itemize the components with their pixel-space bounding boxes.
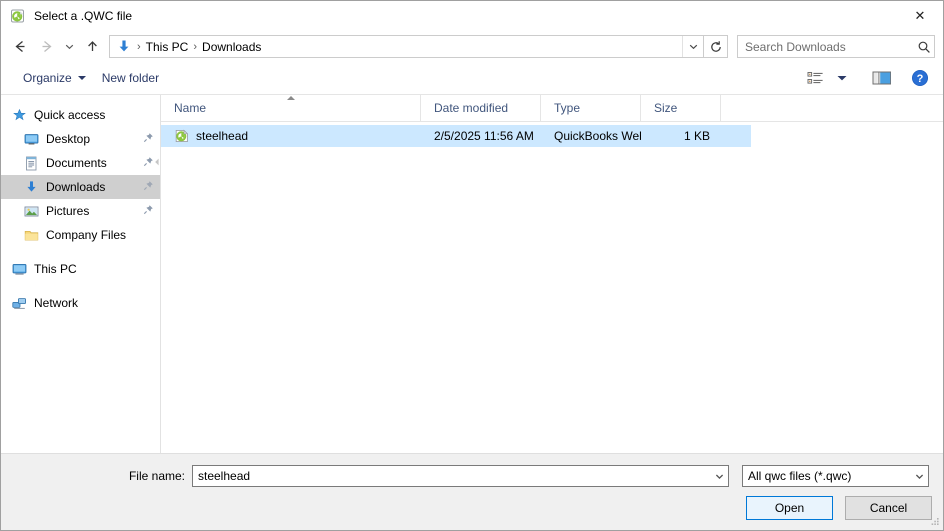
chevron-down-icon (77, 76, 86, 80)
column-header-type[interactable]: Type (541, 95, 641, 121)
up-arrow-icon[interactable] (79, 35, 105, 59)
sidebar-item-documents[interactable]: Documents (1, 151, 160, 175)
sidebar-gap-1 (1, 247, 160, 257)
dialog-body: Quick access Desktop Documents Downloads… (1, 95, 943, 453)
file-type-value: All qwc files (*.qwc) (748, 469, 852, 483)
dialog-footer: File name: All qwc files (*.qwc) (1, 453, 943, 530)
file-list: Name Date modified Type Size steelhead 2… (161, 95, 943, 453)
search-box[interactable] (737, 35, 935, 58)
column-header-name[interactable]: Name (161, 95, 421, 121)
sidebar-item-downloads[interactable]: Downloads (1, 175, 160, 199)
breadcrumb-item-downloads[interactable]: Downloads (199, 40, 264, 54)
breadcrumb-item-this-pc[interactable]: This PC (143, 40, 192, 54)
file-name-text: steelhead (196, 129, 249, 143)
folder-icon (23, 227, 39, 243)
back-arrow-icon[interactable] (7, 35, 33, 59)
table-row-surface: steelhead 2/5/2025 11:56 AM QuickBooks W… (161, 125, 751, 147)
documents-icon (23, 155, 39, 171)
help-icon[interactable]: ? (907, 66, 933, 90)
cancel-button[interactable]: Cancel (845, 496, 932, 520)
cell-size: 1 KB (683, 129, 710, 143)
new-folder-label: New folder (101, 71, 160, 85)
command-toolbar: Organize New folder ? (1, 62, 943, 95)
file-name-chevron-down-icon[interactable] (711, 466, 728, 486)
breadcrumb[interactable]: › This PC › Downloads (109, 35, 704, 58)
pin-icon[interactable] (143, 180, 154, 194)
sidebar-item-label: Desktop (46, 132, 91, 146)
sidebar-item-label: Company Files (46, 228, 127, 242)
column-header-label: Type (554, 101, 581, 115)
file-open-dialog: Select a .QWC file ✕ › This PC › Downloa… (0, 0, 944, 531)
sidebar-item-desktop[interactable]: Desktop (1, 127, 160, 151)
file-type-dropdown[interactable]: All qwc files (*.qwc) (742, 465, 929, 487)
file-name-row: File name: All qwc files (*.qwc) (1, 465, 943, 487)
svg-text:?: ? (917, 73, 924, 85)
refresh-icon[interactable] (704, 35, 728, 58)
desktop-icon (23, 131, 39, 147)
sidebar-item-label: Pictures (46, 204, 90, 218)
downloads-folder-icon (116, 39, 132, 55)
file-rows: steelhead 2/5/2025 11:56 AM QuickBooks W… (161, 122, 943, 453)
pin-icon[interactable] (143, 132, 154, 146)
column-headers: Name Date modified Type Size (161, 95, 943, 122)
open-button[interactable]: Open (746, 496, 833, 520)
sidebar-item-company-files[interactable]: Company Files (1, 223, 160, 247)
file-name-input[interactable] (193, 469, 711, 483)
table-row[interactable]: steelhead 2/5/2025 11:56 AM QuickBooks W… (161, 125, 943, 147)
sidebar-item-this-pc[interactable]: This PC (1, 257, 160, 281)
column-header-label: Size (654, 101, 678, 115)
pictures-icon (23, 203, 39, 219)
forward-arrow-icon (33, 35, 59, 59)
qwc-file-icon (174, 128, 190, 144)
breadcrumb-dropdown-chevron-icon[interactable] (682, 36, 703, 57)
downloads-icon (23, 179, 39, 195)
column-header-label: Date modified (434, 101, 509, 115)
sort-ascending-icon (286, 96, 295, 100)
organize-label: Organize (23, 71, 72, 85)
breadcrumb-separator-1: › (193, 40, 198, 53)
view-options-chevron-down-icon[interactable] (829, 66, 855, 90)
network-icon (11, 295, 27, 311)
column-header-size[interactable]: Size (641, 95, 721, 121)
star-icon (11, 107, 27, 123)
view-options-icon[interactable] (803, 66, 829, 90)
this-pc-icon (11, 261, 27, 277)
title-bar: Select a .QWC file ✕ (1, 1, 943, 31)
recent-locations-chevron-icon[interactable] (59, 35, 79, 59)
pin-icon[interactable] (143, 204, 154, 218)
column-header-label: Name (174, 101, 207, 115)
cell-name: steelhead (161, 128, 421, 144)
file-name-label: File name: (128, 469, 185, 483)
preview-pane-icon[interactable] (869, 66, 895, 90)
search-icon[interactable] (914, 40, 934, 54)
navigation-pane: Quick access Desktop Documents Downloads… (1, 95, 161, 453)
close-button[interactable]: ✕ (897, 2, 943, 31)
sidebar-item-pictures[interactable]: Pictures (1, 199, 160, 223)
sidebar-item-label: Network (34, 296, 79, 310)
sidebar-item-label: This PC (34, 262, 77, 276)
pane-splitter-grip[interactable] (154, 155, 160, 166)
qwc-file-icon (10, 8, 26, 24)
resize-grip-icon[interactable] (929, 516, 940, 527)
organize-button[interactable]: Organize (15, 67, 94, 89)
sidebar-gap-2 (1, 281, 160, 291)
search-input[interactable] (738, 39, 914, 54)
cell-type: QuickBooks Web ... (554, 129, 641, 143)
new-folder-button[interactable]: New folder (94, 67, 167, 89)
column-header-filler (721, 95, 943, 121)
footer-buttons: Open Cancel (746, 496, 932, 520)
column-header-date-modified[interactable]: Date modified (421, 95, 541, 121)
sidebar-item-label: Quick access (34, 108, 106, 122)
file-name-combo[interactable] (192, 465, 729, 487)
cell-date-modified: 2/5/2025 11:56 AM (434, 129, 534, 143)
window-title: Select a .QWC file (34, 9, 133, 23)
address-bar: › This PC › Downloads (1, 31, 943, 62)
sidebar-item-network[interactable]: Network (1, 291, 160, 315)
pin-icon[interactable] (143, 156, 154, 170)
sidebar-item-quick-access[interactable]: Quick access (1, 103, 160, 127)
breadcrumb-separator-0: › (137, 40, 141, 53)
sidebar-item-label: Downloads (46, 180, 106, 194)
sidebar-item-label: Documents (46, 156, 107, 170)
file-type-chevron-down-icon[interactable] (911, 466, 928, 486)
